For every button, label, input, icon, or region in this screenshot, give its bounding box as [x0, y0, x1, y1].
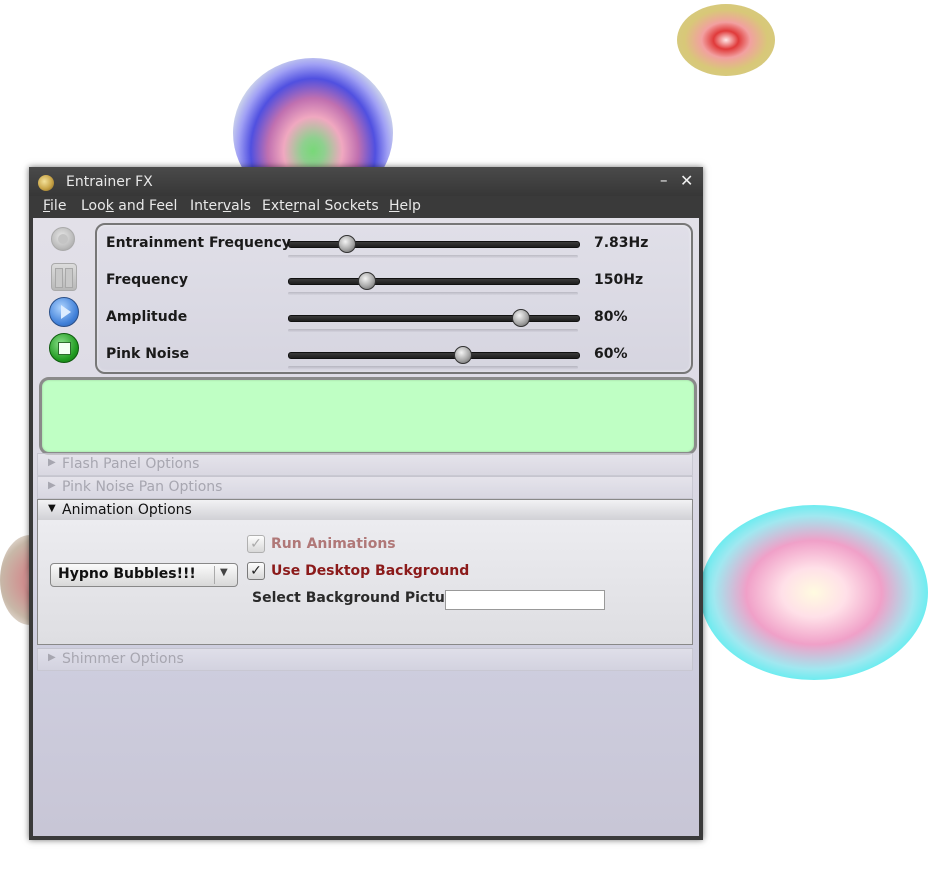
sliders-panel: Entrainment Frequency 7.83Hz Frequency 1…: [95, 223, 693, 374]
combo-separator: [214, 566, 215, 584]
close-button[interactable]: ✕: [680, 171, 693, 190]
animation-select-value: Hypno Bubbles!!!: [58, 566, 196, 582]
slider-track[interactable]: [288, 352, 580, 359]
expand-arrow-icon: ▶: [48, 457, 56, 468]
section-animation-options[interactable]: ▼ Animation Options: [37, 499, 693, 522]
chevron-down-icon[interactable]: ▼: [220, 567, 228, 578]
slider-track-shadow: [288, 292, 578, 295]
section-title: Shimmer Options: [62, 651, 184, 667]
collapse-arrow-icon: ▼: [48, 503, 56, 514]
stop-button[interactable]: [49, 333, 79, 363]
run-animations-label: Run Animations: [271, 536, 396, 552]
slider-knob[interactable]: [454, 346, 472, 364]
menu-intervals[interactable]: Intervals: [190, 198, 251, 214]
section-title: Flash Panel Options: [62, 456, 200, 472]
slider-label: Frequency: [106, 272, 188, 288]
slider-row-pink-noise: Pink Noise 60%: [97, 340, 691, 370]
animation-options-body: Hypno Bubbles!!! ▼ ✓ Run Animations ✓ Us…: [37, 520, 693, 645]
menu-file[interactable]: File: [43, 198, 66, 214]
slider-knob[interactable]: [512, 309, 530, 327]
slider-value: 150Hz: [594, 272, 644, 288]
section-pink-noise-pan-options[interactable]: ▶ Pink Noise Pan Options: [37, 476, 693, 499]
minimize-button[interactable]: –: [660, 171, 668, 189]
section-title: Animation Options: [62, 502, 192, 518]
slider-label: Amplitude: [106, 309, 188, 325]
use-desktop-background-label: Use Desktop Background: [271, 563, 470, 579]
slider-row-entrainment-frequency: Entrainment Frequency 7.83Hz: [97, 229, 691, 259]
slider-track[interactable]: [288, 315, 580, 322]
section-title: Pink Noise Pan Options: [62, 479, 223, 495]
title-bar[interactable]: Entrainer FX – ✕: [29, 167, 703, 197]
slider-track-shadow: [288, 329, 578, 332]
app-logo-icon: [38, 175, 54, 191]
play-button[interactable]: [49, 297, 79, 327]
content-area: Entrainment Frequency 7.83Hz Frequency 1…: [33, 218, 699, 836]
record-button[interactable]: [51, 227, 75, 251]
section-flash-panel-options[interactable]: ▶ Flash Panel Options: [37, 453, 693, 476]
menu-help[interactable]: Help: [389, 198, 421, 214]
slider-track-shadow: [288, 366, 578, 369]
menu-external-sockets[interactable]: External Sockets: [262, 198, 379, 214]
slider-track[interactable]: [288, 241, 580, 248]
slider-row-frequency: Frequency 150Hz: [97, 266, 691, 296]
flash-panel: [39, 377, 697, 455]
expand-arrow-icon: ▶: [48, 652, 56, 663]
animation-select[interactable]: Hypno Bubbles!!! ▼: [50, 563, 238, 587]
window-title: Entrainer FX: [66, 174, 153, 190]
slider-track[interactable]: [288, 278, 580, 285]
slider-label: Entrainment Frequency: [106, 235, 291, 251]
section-shimmer-options[interactable]: ▶ Shimmer Options: [37, 648, 693, 671]
expand-arrow-icon: ▶: [48, 480, 56, 491]
slider-value: 80%: [594, 309, 628, 325]
slider-value: 7.83Hz: [594, 235, 649, 251]
use-desktop-background-checkbox[interactable]: ✓: [247, 562, 265, 580]
menu-look-and-feel[interactable]: Look and Feel: [81, 198, 177, 214]
slider-knob[interactable]: [358, 272, 377, 290]
slider-track-shadow: [288, 255, 578, 258]
slider-value: 60%: [594, 346, 628, 362]
animation-bubble: [700, 505, 928, 680]
menu-bar: File Look and Feel Intervals External So…: [29, 196, 703, 218]
slider-label: Pink Noise: [106, 346, 190, 362]
run-animations-checkbox[interactable]: ✓: [247, 535, 265, 553]
slider-knob[interactable]: [338, 235, 356, 253]
animation-bubble: [677, 4, 775, 76]
pause-button[interactable]: [51, 263, 77, 291]
select-background-picture-label: Select Background Picture: [252, 590, 462, 606]
slider-row-amplitude: Amplitude 80%: [97, 303, 691, 333]
main-window: Entrainer FX – ✕ File Look and Feel Inte…: [29, 167, 703, 840]
background-picture-field[interactable]: [445, 590, 605, 610]
